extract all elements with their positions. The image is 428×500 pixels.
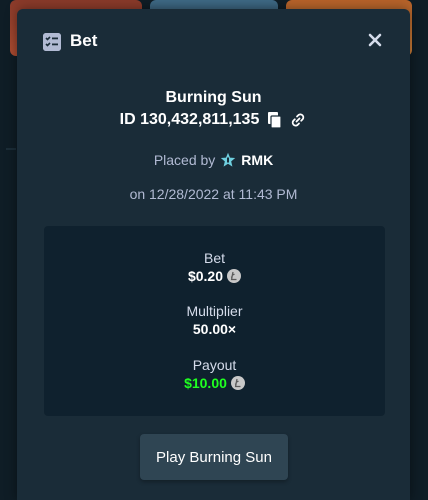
litecoin-icon: [230, 376, 245, 390]
bet-amount-stat: Bet $0.20: [44, 250, 385, 284]
star-rank-icon: [220, 152, 236, 168]
multiplier-value: 50.00×: [192, 321, 237, 337]
placed-by-row: Placed by RMK: [17, 152, 410, 168]
bet-date: on 12/28/2022 at 11:43 PM: [129, 186, 298, 202]
payout-value: $10.00: [184, 375, 227, 391]
bet-amount-label: Bet: [203, 250, 225, 266]
multiplier-label: Multiplier: [186, 303, 243, 319]
bet-amount-value: $0.20: [187, 268, 224, 284]
multiplier-stat: Multiplier 50.00×: [44, 303, 385, 337]
payout-stat: Payout $10.00: [44, 357, 385, 391]
game-name: Burning Sun: [165, 89, 262, 106]
bet-details-modal: Bet Burning Sun ID 130,432,811,135 Place…: [17, 9, 410, 500]
payout-value-row: $10.00: [44, 375, 385, 391]
modal-header: Bet: [17, 9, 410, 73]
placed-by-label: Placed by: [153, 152, 216, 168]
background-divider: [6, 148, 16, 150]
copy-icon[interactable]: [265, 111, 283, 129]
bet-id-row: ID 130,432,811,135: [17, 111, 410, 129]
close-icon[interactable]: [366, 31, 384, 49]
bet-id: ID 130,432,811,135: [119, 111, 260, 128]
litecoin-icon: [227, 269, 242, 283]
modal-title: Bet: [70, 31, 98, 50]
bets-list-icon: [43, 33, 61, 51]
user-name-link[interactable]: RMK: [241, 152, 273, 168]
play-game-button[interactable]: Play Burning Sun: [140, 434, 288, 480]
bet-amount-value-row: $0.20: [44, 268, 385, 284]
bet-stats-panel: Bet $0.20 Multiplier 50.00× Payout $10.0…: [44, 226, 385, 416]
payout-label: Payout: [192, 357, 237, 373]
link-icon[interactable]: [289, 111, 307, 129]
